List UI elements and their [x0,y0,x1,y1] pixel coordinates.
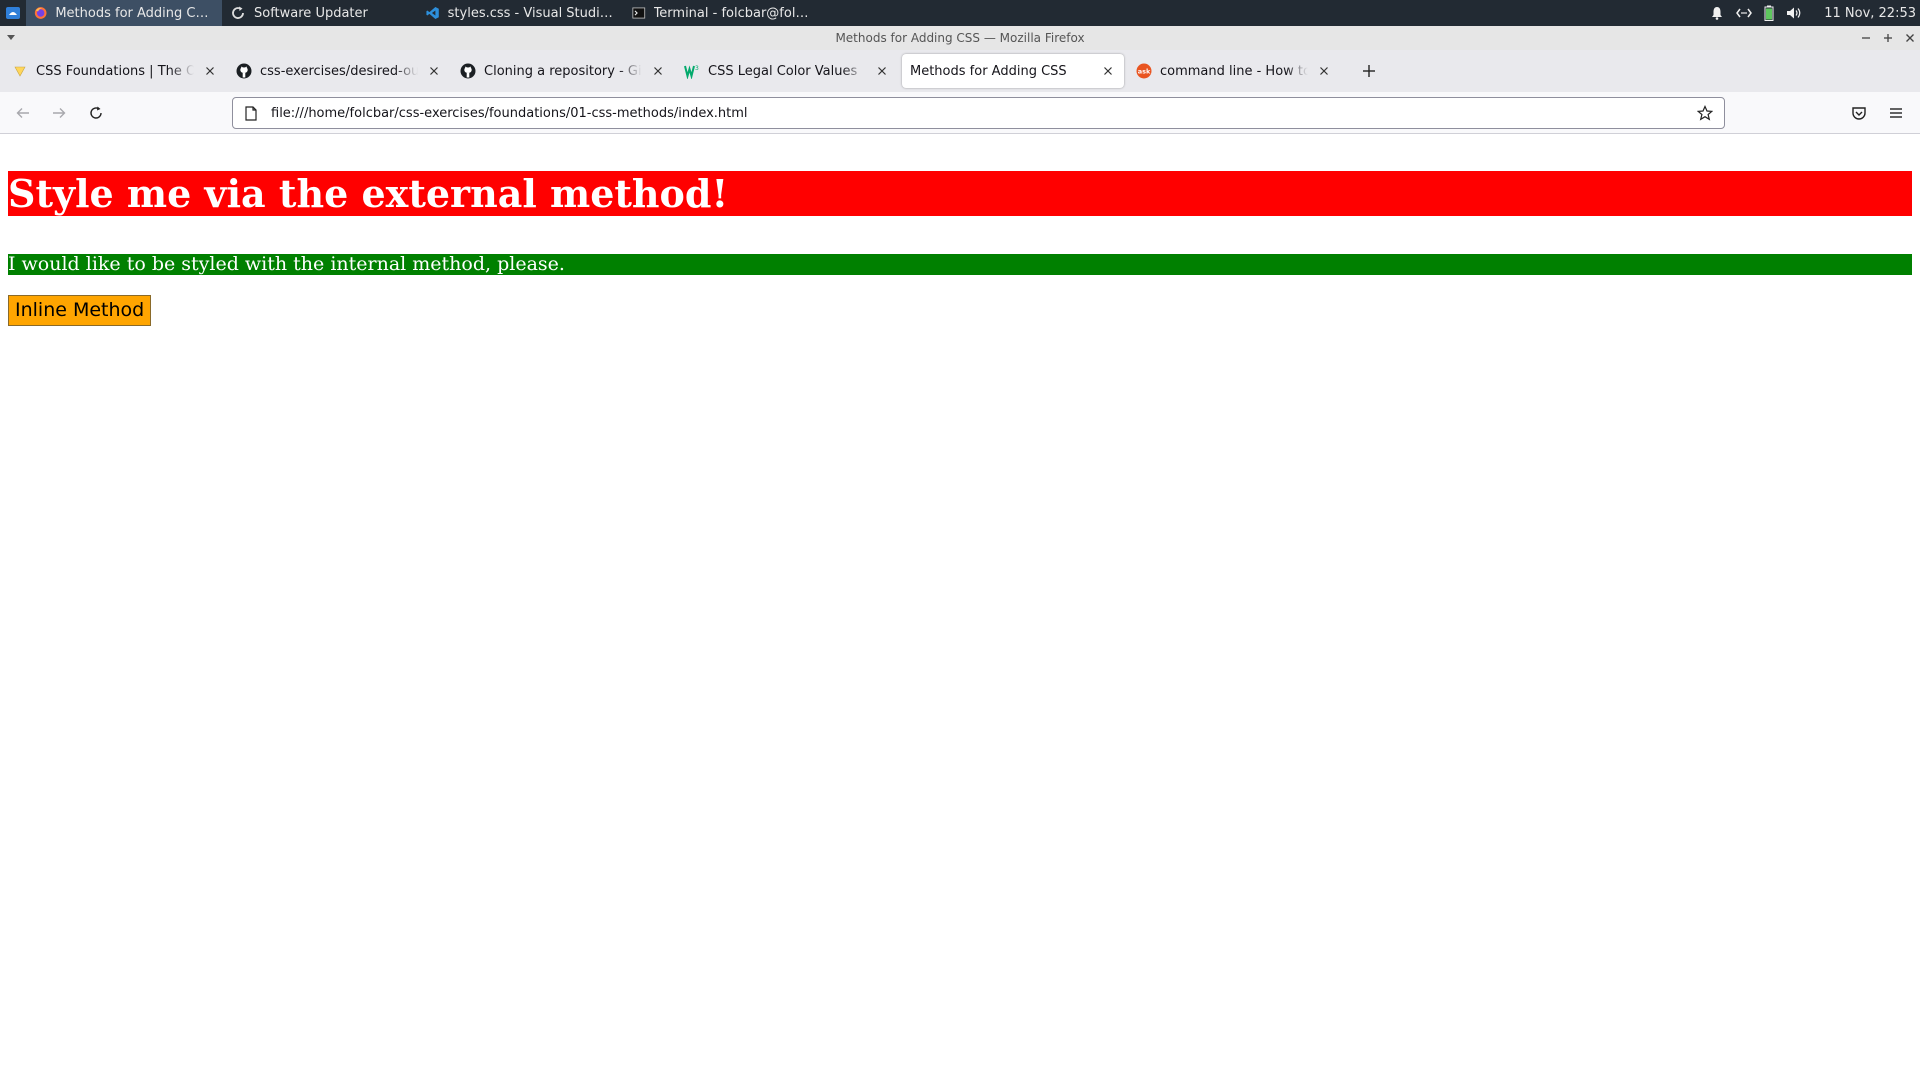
window-title: Methods for Adding CSS — Mozilla Firefox [835,31,1085,45]
volume-icon[interactable] [1786,6,1802,20]
plus-icon [1884,34,1892,42]
tab-methods-for-adding-css[interactable]: Methods for Adding CSS [902,54,1124,88]
task-firefox[interactable]: Methods for Adding CSS — ... [26,0,222,26]
tab-close-button[interactable] [202,63,218,79]
taskbar: Methods for Adding CSS — ... Software Up… [0,0,1920,26]
tab-close-button[interactable] [1316,63,1332,79]
arrow-left-icon [16,108,29,118]
forward-button[interactable] [49,103,69,123]
odin-favicon [12,63,28,79]
task-vscode[interactable]: styles.css - Visual Studio Code [418,0,624,26]
github-favicon [236,63,252,79]
maximize-button[interactable] [1882,32,1894,44]
task-label: Methods for Adding CSS — ... [55,5,214,21]
tab-css-foundations[interactable]: CSS Foundations | The Odin Project [4,54,226,88]
tab-css-legal-color-values[interactable]: 3 CSS Legal Color Values [676,54,898,88]
reload-button[interactable] [86,103,106,123]
clock[interactable]: 11 Nov, 22:53 [1824,6,1916,21]
w3schools-favicon: 3 [684,63,700,79]
start-menu-button[interactable] [0,0,26,26]
close-icon [654,67,662,75]
window-titlebar[interactable]: Methods for Adding CSS — Mozilla Firefox [0,26,1920,50]
firefox-icon [34,7,47,19]
refresh-icon [232,6,244,19]
network-icon[interactable] [1736,6,1753,20]
hamburger-menu-icon [1890,108,1902,118]
close-window-button[interactable] [1904,32,1916,44]
url-bar[interactable]: file:///home/folcbar/css-exercises/found… [232,97,1725,129]
arrow-right-icon [53,108,66,118]
xfce-mouse-icon [6,7,20,19]
page-content: Style me via the external method! I woul… [0,134,1920,1080]
new-tab-button[interactable] [1361,63,1377,79]
tab-label: Cloning a repository - GitHub Docs [484,63,642,79]
minimize-icon [1862,37,1870,39]
pocket-button[interactable] [1849,103,1869,123]
tab-close-button[interactable] [1100,63,1116,79]
navigation-toolbar: file:///home/folcbar/css-exercises/found… [0,92,1920,134]
reload-icon [90,106,102,119]
star-icon [1697,105,1713,121]
url-text[interactable]: file:///home/folcbar/css-exercises/found… [271,106,1696,121]
pocket-icon [1852,107,1866,120]
tab-close-button[interactable] [426,63,442,79]
tab-strip: CSS Foundations | The Odin Project css-e… [0,50,1920,92]
close-icon [1104,67,1112,75]
window-controls [1860,26,1916,50]
svg-text:3: 3 [695,65,699,72]
task-label: Software Updater [254,5,368,21]
tab-label: CSS Foundations | The Odin Project [36,63,194,79]
tab-command-line[interactable]: ask command line - How to open [1128,54,1340,88]
page-heading: Style me via the external method! [8,171,1912,216]
tab-cloning-a-repository[interactable]: Cloning a repository - GitHub Docs [452,54,674,88]
close-icon [1320,67,1328,75]
internal-method-paragraph: I would like to be styled with the inter… [8,254,1912,275]
terminal-icon [632,7,646,19]
close-icon [878,67,886,75]
bookmark-star-button[interactable] [1696,104,1714,122]
screen: Methods for Adding CSS — ... Software Up… [0,0,1920,1080]
svg-text:ask: ask [1138,68,1151,76]
battery-icon[interactable] [1764,5,1774,21]
tab-css-exercises[interactable]: css-exercises/desired-outcome [228,54,450,88]
app-menu-button[interactable] [1886,103,1906,123]
task-software-updater[interactable]: Software Updater [222,0,418,26]
close-icon [206,67,214,75]
tab-label: css-exercises/desired-outcome [260,63,418,79]
github-favicon [460,63,476,79]
tab-label: command line - How to open [1160,63,1308,79]
plus-icon [1363,65,1375,77]
system-tray: 11 Nov, 22:53 [1710,0,1920,26]
back-button[interactable] [13,103,33,123]
close-icon [430,67,438,75]
page-icon[interactable] [243,105,259,121]
close-icon [1906,34,1914,42]
bell-icon[interactable] [1710,6,1724,20]
askubuntu-favicon: ask [1136,63,1152,79]
tab-close-button[interactable] [650,63,666,79]
vscode-icon [426,7,439,19]
minimize-button[interactable] [1860,32,1872,44]
tab-close-button[interactable] [874,63,890,79]
task-label: styles.css - Visual Studio Code [447,5,616,21]
task-label: Terminal - folcbar@folcbar-... [653,5,812,21]
task-terminal[interactable]: Terminal - folcbar@folcbar-... [624,0,820,26]
inline-method-button[interactable]: Inline Method [8,295,152,326]
tab-label: Methods for Adding CSS [910,63,1067,79]
tab-label: CSS Legal Color Values [708,63,858,79]
